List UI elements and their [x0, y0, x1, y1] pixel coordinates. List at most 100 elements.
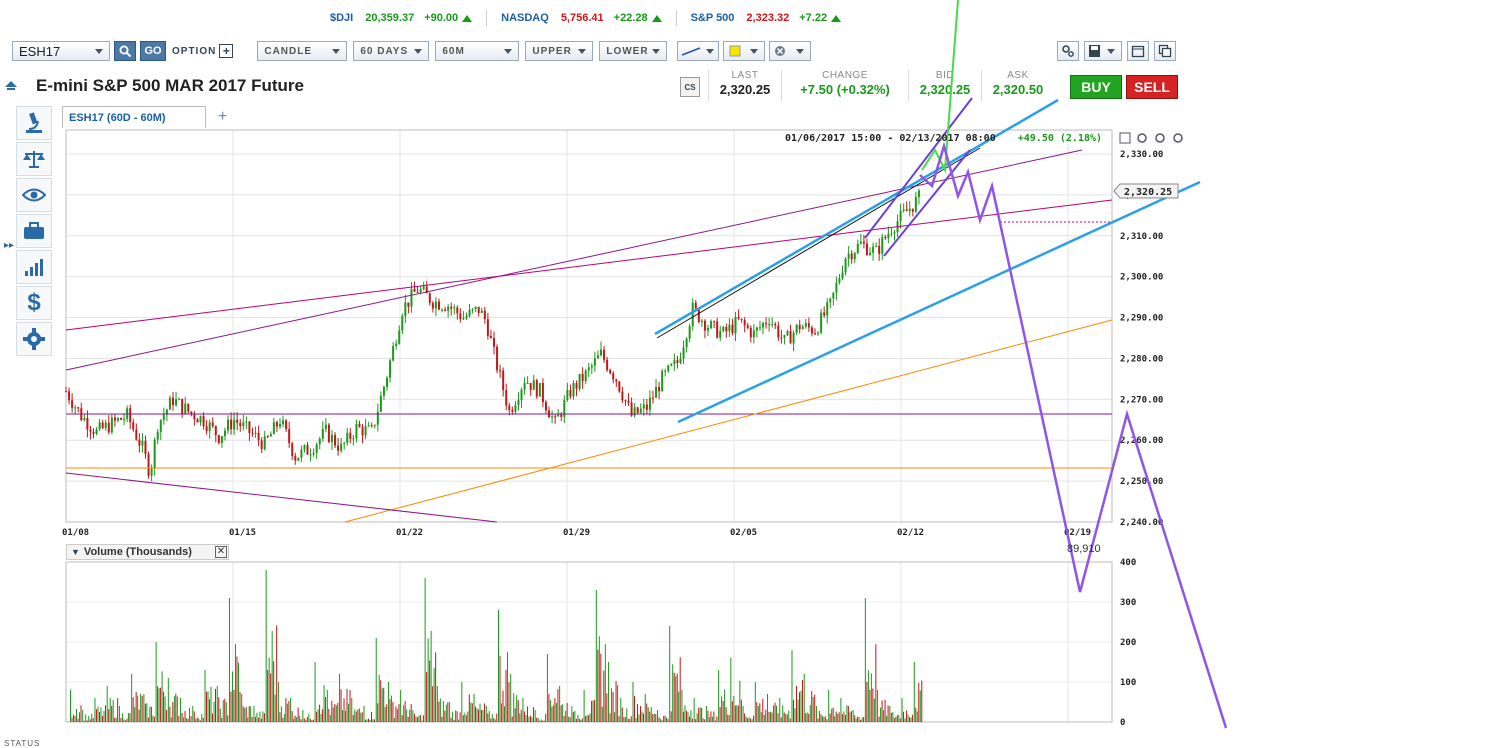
volume-bar: [583, 690, 585, 722]
volume-bar: [762, 698, 764, 722]
volume-bar: [484, 703, 486, 722]
volume-bar: [722, 700, 724, 722]
volume-bar: [400, 690, 402, 722]
volume-bar: [572, 711, 574, 722]
volume-bar: [467, 711, 469, 722]
volume-bar: [176, 696, 178, 722]
volume-bar: [681, 690, 683, 722]
candle-body: [881, 237, 884, 254]
volume-bar: [202, 717, 204, 722]
candle-body: [211, 422, 214, 427]
volume-bar: [698, 708, 700, 722]
candle-body: [835, 282, 838, 293]
candle-body: [795, 324, 798, 333]
volume-bar: [534, 710, 536, 722]
volume-bar: [403, 705, 405, 722]
volume-bar: [563, 715, 565, 722]
price-chart[interactable]: 2,330.002,320.002,310.002,300.002,290.00…: [0, 0, 1500, 746]
zoom-controls[interactable]: [1119, 132, 1183, 144]
volume-bar: [370, 711, 372, 722]
volume-bar: [913, 662, 915, 722]
date-tick-label: 02/12: [897, 528, 924, 538]
candle-body: [168, 397, 171, 410]
volume-bar: [629, 719, 631, 722]
volume-bar: [459, 712, 461, 722]
volume-bar: [907, 714, 909, 722]
candle-body: [823, 312, 826, 316]
candle-body: [902, 209, 905, 211]
volume-bar: [724, 689, 726, 722]
volume-bar: [137, 695, 139, 722]
volume-bar: [861, 717, 863, 722]
candle-body: [220, 436, 223, 443]
volume-bar: [193, 711, 195, 722]
volume-bar: [609, 713, 611, 722]
candle-body: [502, 370, 505, 391]
volume-bar: [123, 719, 125, 722]
volume-bar: [412, 710, 414, 722]
candle-body: [520, 389, 523, 401]
volume-bar: [707, 710, 709, 722]
candle-body: [688, 326, 691, 339]
candle-body: [74, 407, 77, 409]
volume-bar: [872, 688, 874, 722]
volume-bar: [562, 704, 564, 722]
price-tick-label: 2,250.00: [1120, 477, 1163, 487]
volume-bar: [479, 703, 481, 722]
volume-bar: [77, 718, 79, 722]
volume-bar: [201, 713, 203, 722]
candle-body: [312, 452, 315, 455]
volume-bar: [797, 699, 799, 722]
volume-bar: [322, 709, 324, 722]
candle-body: [346, 432, 349, 443]
volume-bar: [760, 712, 762, 722]
close-icon[interactable]: ✕: [215, 546, 227, 558]
zoom-in-icon: [1173, 133, 1183, 143]
volume-bar: [311, 720, 313, 722]
candle-body: [651, 397, 654, 399]
candle-body: [627, 400, 630, 403]
volume-bar: [215, 688, 217, 722]
volume-bar: [339, 674, 341, 722]
candle-body: [92, 431, 95, 434]
volume-bar: [644, 694, 646, 722]
candle-body: [645, 404, 648, 410]
volume-bar: [393, 717, 395, 722]
candle-body: [728, 324, 731, 332]
volume-bar: [175, 693, 177, 722]
volume-bar: [178, 715, 180, 722]
candle-body: [737, 317, 740, 319]
volume-bar: [239, 691, 241, 722]
volume-panel-header[interactable]: ▼ Volume (Thousands) ✕: [66, 544, 229, 560]
candle-body: [722, 327, 725, 331]
projection-purple: [919, 141, 1228, 729]
volume-tick-label: 300: [1120, 598, 1136, 608]
volume-bar: [850, 711, 852, 722]
candle-body: [893, 232, 896, 234]
volume-bar: [718, 670, 720, 722]
candle-body: [404, 302, 407, 317]
volume-bar: [676, 673, 678, 722]
volume-bar: [422, 715, 424, 722]
volume-bar: [135, 691, 137, 722]
volume-bar: [661, 720, 663, 722]
candle-body: [755, 327, 758, 331]
candle-body: [523, 383, 526, 390]
volume-bar: [348, 703, 350, 722]
volume-bar: [713, 711, 715, 722]
volume-bar: [823, 716, 825, 722]
volume-bar: [421, 720, 423, 722]
volume-bar: [753, 715, 755, 722]
chart-range-change: +49.50 (2.18%): [1017, 133, 1103, 144]
volume-bar: [638, 714, 640, 722]
candle-body: [575, 383, 578, 389]
volume-bar: [899, 718, 901, 722]
volume-bar: [447, 702, 449, 722]
volume-bar: [630, 716, 632, 722]
volume-bar: [415, 716, 417, 722]
volume-bar: [305, 719, 307, 722]
volume-bar: [112, 700, 114, 722]
volume-bar: [86, 720, 88, 722]
volume-bar: [548, 694, 550, 722]
volume-bar: [419, 715, 421, 722]
